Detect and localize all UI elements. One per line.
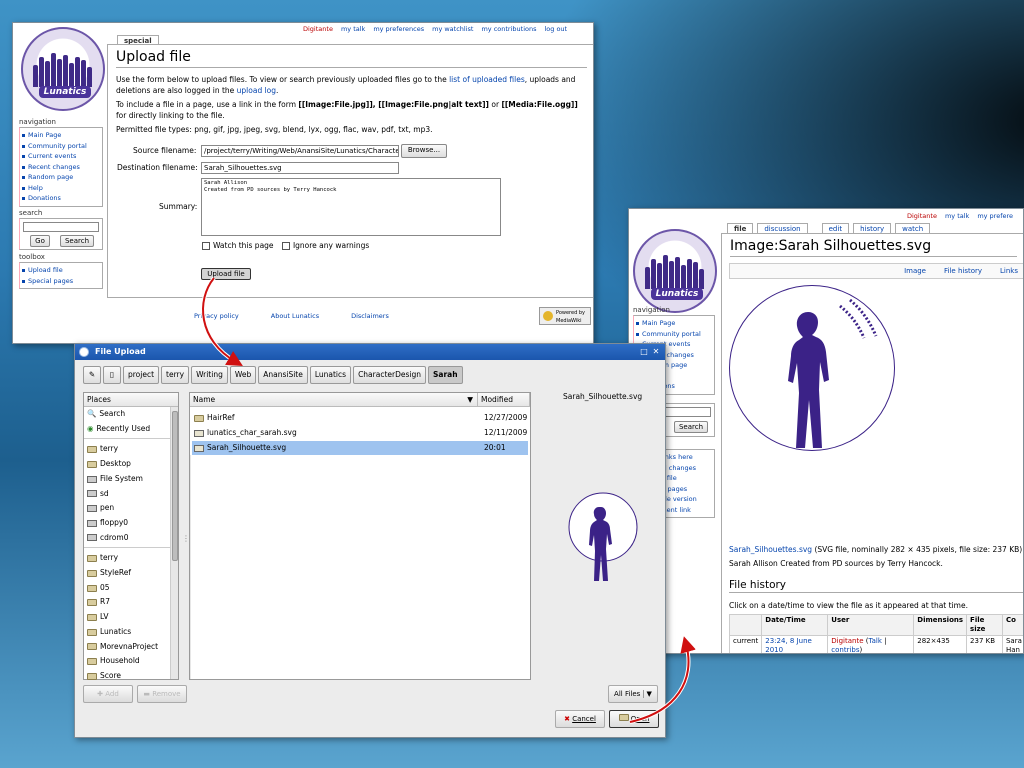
workflow-arrows [201,276,696,724]
dialog-to-image-arrow-core [629,636,696,723]
